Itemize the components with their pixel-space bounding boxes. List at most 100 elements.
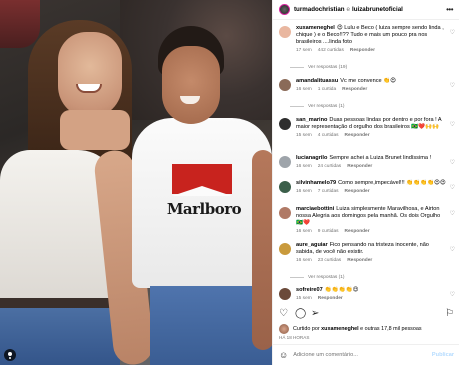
author-avatar[interactable] [279, 4, 290, 15]
background-person [0, 0, 40, 48]
commenter-avatar[interactable] [279, 207, 291, 219]
comment-likes[interactable]: 1 curtida [318, 87, 336, 92]
liked-by-user[interactable]: xuxameneghel [321, 326, 358, 332]
commenter-username[interactable]: san_marino [296, 117, 327, 123]
woman-jeans [0, 308, 120, 365]
post-authors: turmadochristian e luizabrunetoficial [294, 6, 446, 13]
post-actions: ♡ ◯ ➢ ⚐ [279, 307, 455, 321]
comment-text: xuxameneghel 😍 Lulu e Beco ( luiza sempre… [296, 25, 448, 46]
comment-content: Vc me convence 👏😍 [340, 78, 396, 84]
woman-neck [60, 110, 130, 150]
reply-button[interactable]: Responder [347, 258, 372, 263]
shirt-brand-text: Marlboro [166, 200, 242, 218]
comment-text: lucianagrilo Sempre achei a Luiza Brunet … [296, 155, 448, 162]
comment-meta: 15 sem 4 curtidas Responder [296, 133, 448, 138]
comment-icon[interactable]: ◯ [295, 307, 306, 321]
reply-button[interactable]: Responder [350, 48, 375, 53]
liked-by-text[interactable]: Curtido por xuxameneghel e outras 17,8 m… [293, 326, 422, 332]
heart-icon[interactable]: ♡ [450, 291, 455, 298]
heart-icon[interactable]: ♡ [450, 210, 455, 217]
heart-icon[interactable]: ♡ [450, 184, 455, 191]
commenter-username[interactable]: xuxameneghel [296, 25, 335, 31]
reply-button[interactable]: Responder [345, 133, 370, 138]
comment-time: 15 sem [296, 296, 312, 301]
heart-icon[interactable]: ♡ [450, 29, 455, 36]
post-header: turmadochristian e luizabrunetoficial ••• [273, 0, 459, 20]
comment-time: 17 sem [296, 48, 312, 53]
comment-content: Sempre achei a Luiza Brunet lindíssima ! [329, 155, 432, 161]
post-photo[interactable]: Marlboro [0, 0, 272, 365]
commenter-avatar[interactable] [279, 118, 291, 130]
comment-time: 16 sem [296, 189, 312, 194]
liker-avatar[interactable] [279, 324, 289, 334]
comment-meta: 16 sem 24 curtidas Responder [296, 164, 448, 169]
commenter-username[interactable]: marciaebottini [296, 206, 334, 212]
commenter-avatar[interactable] [279, 288, 291, 300]
reply-button[interactable]: Responder [342, 87, 367, 92]
commenter-avatar[interactable] [279, 243, 291, 255]
commenter-avatar[interactable] [279, 181, 291, 193]
more-icon[interactable]: ••• [446, 5, 453, 14]
comments-list[interactable]: xuxameneghel 😍 Lulu e Beco ( luiza sempre… [273, 22, 459, 304]
liked-by-prefix: Curtido por [293, 326, 320, 332]
view-replies-button[interactable]: Ver respostas (1) [290, 104, 345, 109]
comment-likes[interactable]: 24 curtidas [318, 164, 341, 169]
bookmark-icon[interactable]: ⚐ [445, 307, 454, 321]
comment-likes[interactable]: 4 curtidas [318, 133, 339, 138]
author-username[interactable]: turmadochristian [294, 6, 345, 13]
comment-time: 16 sem [296, 87, 312, 92]
comment-time: 16 sem [296, 258, 312, 263]
commenter-username[interactable]: silvinhamelo79 [296, 180, 336, 186]
comment-text: silvinhamelo79 Como sempre,impecável!!! 👏… [296, 180, 448, 187]
woman-face [58, 32, 122, 118]
view-replies-label: Ver respostas (19) [308, 65, 348, 70]
comment-likes[interactable]: 9 curtidas [318, 229, 339, 234]
commenter-avatar[interactable] [279, 156, 291, 168]
comment-time: 16 sem [296, 164, 312, 169]
author-separator: e [346, 6, 350, 13]
tag-icon[interactable] [4, 349, 16, 361]
comment-likes[interactable]: 7 curtidas [318, 189, 339, 194]
comment-meta: 15 sem Responder [296, 296, 448, 301]
commenter-avatar[interactable] [279, 26, 291, 38]
liked-by-suffix[interactable]: e outras 17,8 mil pessoas [360, 326, 421, 332]
emoji-icon[interactable]: ☺ [279, 350, 288, 360]
man-arm [252, 150, 272, 350]
man-face [162, 46, 220, 124]
comment-content: 👏👏👏👏😍 [324, 287, 359, 293]
comment-text: aure_aguiar Fico pensando na tristeza ino… [296, 242, 448, 256]
share-icon[interactable]: ➢ [311, 307, 319, 321]
replies-line [290, 277, 304, 278]
reply-button[interactable]: Responder [345, 229, 370, 234]
view-replies-label: Ver respostas (1) [308, 275, 345, 280]
comment-text: marciaebottini Luiza simplesmente Maravil… [296, 206, 448, 227]
publish-button[interactable]: Publicar [432, 352, 454, 358]
view-replies-button[interactable]: Ver respostas (19) [290, 65, 347, 70]
replies-line [290, 67, 304, 68]
comment-input[interactable] [293, 352, 432, 358]
replies-line [290, 106, 304, 107]
comment-time: 15 sem [296, 133, 312, 138]
commenter-username[interactable]: lucianagrilo [296, 155, 327, 161]
reply-button[interactable]: Responder [345, 189, 370, 194]
comment-likes[interactable]: 23 curtidas [318, 258, 341, 263]
view-replies-label: Ver respostas (1) [308, 104, 345, 109]
comment-likes[interactable]: 442 curtidas [318, 48, 344, 53]
commenter-username[interactable]: aure_aguiar [296, 242, 328, 248]
heart-icon[interactable]: ♡ [279, 307, 288, 321]
comment-meta: 16 sem 23 curtidas Responder [296, 258, 448, 263]
view-replies-button[interactable]: Ver respostas (1) [290, 275, 345, 280]
comment-text: sofreire07 👏👏👏👏😍 [296, 287, 448, 294]
commenter-username[interactable]: sofreire07 [296, 287, 323, 293]
commenter-username[interactable]: amandalituassu [296, 78, 338, 84]
coauthor-username[interactable]: luizabrunetoficial [352, 6, 403, 13]
comment-meta: 16 sem 7 curtidas Responder [296, 189, 448, 194]
heart-icon[interactable]: ♡ [450, 121, 455, 128]
comment-meta: 16 sem 1 curtida Responder [296, 87, 448, 92]
reply-button[interactable]: Responder [318, 296, 343, 301]
heart-icon[interactable]: ♡ [450, 159, 455, 166]
commenter-avatar[interactable] [279, 79, 291, 91]
heart-icon[interactable]: ♡ [450, 82, 455, 89]
heart-icon[interactable]: ♡ [450, 246, 455, 253]
reply-button[interactable]: Responder [347, 164, 372, 169]
